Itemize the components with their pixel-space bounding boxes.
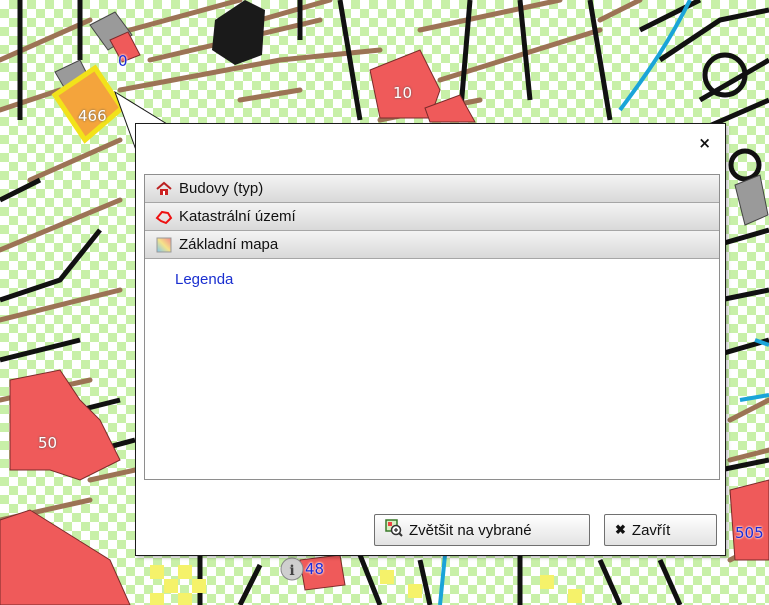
map-label: 10 (393, 84, 413, 102)
legend-link[interactable]: Legenda (175, 271, 233, 288)
section-label: Základní mapa (179, 235, 279, 253)
svg-text:i: i (289, 563, 294, 579)
map-label: 50 (38, 434, 58, 452)
popup-close-icon[interactable]: × (698, 135, 711, 151)
identify-popup: × Budovy (typ) Katastrální území Základn… (135, 123, 726, 556)
close-icon: ✖ (615, 522, 626, 537)
section-budovy[interactable]: Budovy (typ) (145, 175, 719, 203)
map-label: 48 (305, 560, 325, 578)
zoom-to-selected-button[interactable]: Zvětšit na vybrané (374, 514, 590, 546)
button-label: Zavřít (631, 521, 671, 539)
base-map-icon (155, 236, 173, 254)
section-zakladni-mapa[interactable]: Základní mapa (145, 231, 719, 259)
section-content: Legenda (145, 259, 719, 288)
cadastral-area-icon (155, 208, 173, 226)
section-label: Katastrální území (179, 207, 296, 225)
close-button[interactable]: ✖ Zavřít (604, 514, 717, 546)
map-label: 505 (735, 524, 764, 542)
button-label: Zvětšit na vybrané (409, 521, 532, 539)
map-label: 0 (118, 52, 128, 70)
zoom-to-selection-icon (385, 519, 403, 541)
house-icon (155, 180, 173, 198)
map-label-selected: 466 (78, 107, 107, 125)
section-katastralni-uzemi[interactable]: Katastrální území (145, 203, 719, 231)
section-label: Budovy (typ) (179, 179, 264, 197)
layer-accordion: Budovy (typ) Katastrální území Základní … (144, 174, 720, 480)
